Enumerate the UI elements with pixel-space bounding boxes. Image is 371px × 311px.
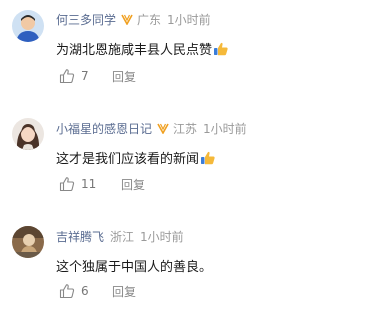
comment-body: 这个独属于中国人的善良。 (56, 256, 212, 275)
avatar[interactable] (12, 10, 44, 42)
comment-time: 1小时前 (140, 229, 184, 244)
like-count: 6 (81, 284, 89, 298)
comment-author[interactable]: 吉祥腾飞 (56, 228, 104, 245)
thumbs-up-emoji-icon (214, 42, 228, 55)
comment-body: 这才是我们应该看的新闻 (56, 148, 216, 167)
thumbs-up-icon (59, 177, 75, 192)
comment-time: 1小时前 (167, 12, 211, 27)
comment-author[interactable]: 小福星的感恩日记 (56, 120, 152, 137)
thumbs-up-emoji-icon (201, 151, 215, 164)
comment-text: 这个独属于中国人的善良。 (56, 260, 213, 275)
comment-location: 广东 (137, 12, 162, 27)
reply-button[interactable]: 回复 (112, 283, 136, 300)
comment-location: 江苏 (173, 121, 198, 136)
like-button[interactable]: 11 (59, 176, 96, 192)
vip-badge-icon (157, 123, 169, 134)
like-button[interactable]: 7 (59, 68, 89, 84)
thumbs-up-icon (59, 284, 75, 299)
reply-button[interactable]: 回复 (121, 176, 145, 193)
comment-location: 浙江 (110, 229, 135, 244)
comment-author[interactable]: 何三多同学 (56, 11, 116, 28)
vip-badge-icon (121, 14, 133, 25)
avatar[interactable] (12, 118, 44, 150)
comment-text: 为湖北恩施咸丰县人民点赞 (56, 43, 213, 58)
comment-time: 1小时前 (203, 121, 247, 136)
comment-text: 这才是我们应该看的新闻 (56, 152, 200, 167)
like-button[interactable]: 6 (59, 283, 89, 299)
like-count: 11 (81, 177, 97, 191)
like-count: 7 (81, 69, 89, 83)
thumbs-up-icon (59, 69, 75, 84)
comment-body: 为湖北恩施咸丰县人民点赞 (56, 39, 229, 58)
avatar[interactable] (12, 226, 44, 258)
reply-button[interactable]: 回复 (112, 68, 136, 85)
